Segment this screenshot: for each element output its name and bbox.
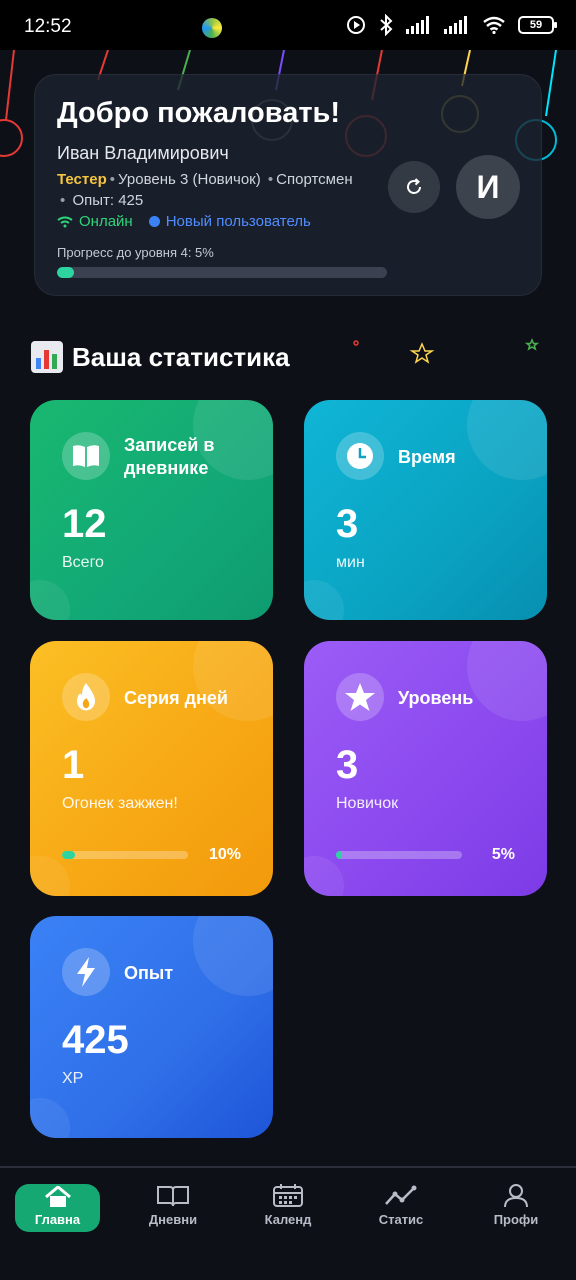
wifi-icon (57, 216, 73, 227)
welcome-card: Добро пожаловать! Иван Владимирович Тест… (34, 74, 542, 296)
entries-label: Записей в дневнике (124, 435, 215, 478)
level-card[interactable]: Уровень 3 Новичок 5% (304, 641, 547, 896)
refresh-button[interactable] (388, 161, 440, 213)
xp-value: 425 (62, 1018, 129, 1062)
nav-calendar-label: Календ (264, 1212, 312, 1227)
welcome-title: Добро пожаловать! (57, 97, 341, 129)
streak-value: 1 (62, 743, 85, 787)
user-name: Иван Владимирович (57, 143, 229, 163)
xp-sub: XP (62, 1070, 84, 1087)
book-icon (62, 432, 110, 480)
xp-card[interactable]: Опыт 425 XP (30, 916, 273, 1138)
new-user-label: Новый пользователь (165, 213, 311, 230)
entries-card[interactable]: Записей в дневнике 12 Всего (30, 400, 273, 620)
home-icon (44, 1186, 71, 1207)
new-user-badge: Новый пользователь (148, 213, 311, 230)
online-status: Онлайн (57, 213, 133, 230)
level-card-progress-fill (336, 851, 343, 859)
battery-icon: 59 (518, 16, 557, 34)
nav-home-label: Главна (34, 1212, 81, 1227)
level-sub: Новичок (336, 795, 399, 812)
level-label: Уровень (398, 688, 474, 708)
xp-label: Опыт (124, 963, 174, 983)
bluetooth-icon (380, 14, 393, 36)
wifi-icon (483, 16, 505, 34)
entries-value: 12 (62, 502, 107, 546)
stats-section-title: Ваша статистика (30, 340, 290, 374)
role-badge: Тестер (57, 171, 107, 188)
streak-percent: 10% (208, 846, 241, 863)
stats-title-text: Ваша статистика (72, 341, 290, 372)
streak-label: Серия дней (124, 688, 228, 708)
nav-home[interactable]: Главна (15, 1184, 100, 1232)
time-card[interactable]: Время 3 мин (304, 400, 547, 620)
nav-profile[interactable]: Профи (473, 1184, 559, 1232)
level-progress-fill (57, 267, 74, 278)
dot-icon (148, 216, 160, 227)
streak-sub: Огонек зажжен! (62, 795, 178, 812)
signal-icon-2 (444, 16, 467, 34)
stats-icon (385, 1185, 417, 1205)
bottom-navigation: Главна Дневни Календ Статис Профи (0, 1166, 576, 1280)
time-value: 3 (336, 502, 359, 546)
entries-sub: Всего (62, 554, 104, 571)
presence-row: Онлайн Новый пользователь (57, 213, 311, 230)
flame-icon (62, 673, 110, 721)
calendar-icon (273, 1184, 303, 1207)
bolt-icon (62, 948, 110, 996)
streak-progress-bar (62, 851, 188, 859)
star-icon (336, 673, 384, 721)
level-text: Уровень 3 (Новичок) (118, 171, 261, 188)
refresh-icon (407, 178, 421, 194)
book-icon (157, 1186, 189, 1207)
bar-chart-icon (31, 341, 63, 373)
clock-icon (336, 432, 384, 480)
media-play-icon (347, 16, 365, 34)
time-label: Время (398, 447, 456, 467)
signal-icon (406, 16, 429, 34)
user-meta: Тестер • Уровень 3 (Новичок) • Спортсмен • … (57, 171, 353, 209)
profile-icon (504, 1184, 528, 1208)
status-time: 12:52 (24, 16, 72, 37)
nav-stats[interactable]: Статис (358, 1184, 444, 1232)
status-icons: 59 (346, 14, 557, 36)
level-progress-label: Прогресс до уровня 4: 5% (57, 245, 214, 260)
xp-text: Опыт: 425 (72, 192, 144, 209)
avatar[interactable]: И (456, 155, 520, 219)
online-label: Онлайн (79, 213, 133, 230)
app-notification-icon (202, 18, 222, 38)
streak-progress-fill (62, 851, 75, 859)
time-sub: мин (336, 554, 365, 571)
nav-diary-label: Дневни (148, 1212, 198, 1227)
streak-card[interactable]: Серия дней 1 Огонек зажжен! 10% (30, 641, 273, 896)
level-progress-bar (57, 267, 387, 278)
nav-profile-label: Профи (493, 1212, 539, 1227)
level-percent: 5% (491, 846, 515, 863)
nav-diary[interactable]: Дневни (130, 1184, 216, 1232)
level-card-progress-bar (336, 851, 462, 859)
level-value: 3 (336, 743, 359, 787)
status-bar: 12:52 59 (0, 0, 576, 50)
category-text: Спортсмен (276, 171, 353, 188)
nav-stats-label: Статис (378, 1212, 424, 1227)
nav-calendar[interactable]: Календ (245, 1184, 331, 1232)
